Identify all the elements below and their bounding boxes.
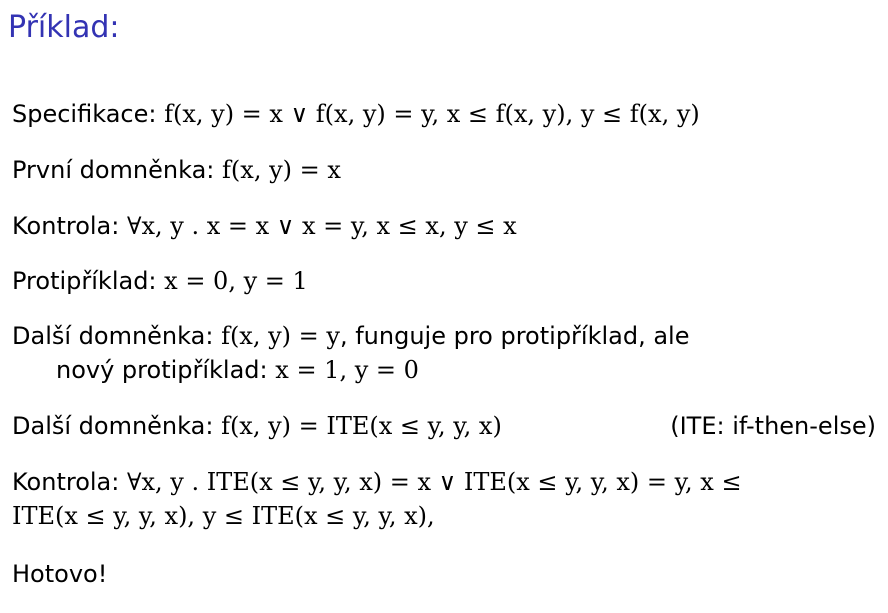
slide-title: Příklad: <box>8 10 120 45</box>
line-label: Kontrola: <box>12 468 120 496</box>
line-label: Kontrola: <box>12 212 120 240</box>
math-expression: x = 0, y = 1 <box>164 267 308 295</box>
line-label: Další domněnka: <box>12 412 214 440</box>
math-expression: ∀x, y . x = x ∨ x = y, x ≤ x, y ≤ x <box>126 212 517 240</box>
line-specifikace: Specifikace: f(x, y) = x ∨ f(x, y) = y, … <box>12 98 700 130</box>
math-expression: f(x, y) = x ∨ f(x, y) = y, x ≤ f(x, y), … <box>164 100 700 128</box>
ite-note: (ITE: if-then-else) <box>670 412 876 440</box>
line-prvni-domnenka: První domněnka: f(x, y) = x <box>12 154 341 186</box>
math-expression: f(x, y) = ITE(x ≤ y, y, x) <box>221 412 502 440</box>
line-label: Specifikace: <box>12 100 157 128</box>
line-kontrola-2-continued: ITE(x ≤ y, y, x), y ≤ ITE(x ≤ y, y, x), <box>12 500 435 532</box>
line-kontrola-1: Kontrola: ∀x, y . x = x ∨ x = y, x ≤ x, … <box>12 210 517 242</box>
line-text: Hotovo! <box>12 560 108 588</box>
math-expression: f(x, y) = x <box>222 156 341 184</box>
math-expression: ITE(x ≤ y, y, x), y ≤ ITE(x ≤ y, y, x), <box>12 502 435 530</box>
math-expression: x = 1, y = 0 <box>275 356 419 384</box>
line-label: nový protipříklad: <box>56 356 268 384</box>
line-hotovo: Hotovo! <box>12 558 107 590</box>
line-label: Další domněnka: <box>12 322 214 350</box>
line-label: První domněnka: <box>12 156 215 184</box>
line-label: Protipříklad: <box>12 267 157 295</box>
line-protipriklad: Protipříklad: x = 0, y = 1 <box>12 265 308 297</box>
line-text: , funguje pro protipříklad, ale <box>339 322 690 350</box>
line-kontrola-2: Kontrola: ∀x, y . ITE(x ≤ y, y, x) = x ∨… <box>12 466 742 498</box>
math-expression: ∀x, y . ITE(x ≤ y, y, x) = x ∨ ITE(x ≤ y… <box>126 468 742 496</box>
line-novy-protipriklad: nový protipříklad: x = 1, y = 0 <box>56 354 419 386</box>
line-dalsi-domnenka-2: Další domněnka: f(x, y) = ITE(x ≤ y, y, … <box>12 410 502 442</box>
math-expression: f(x, y) = y <box>221 322 340 350</box>
line-dalsi-domnenka-1: Další domněnka: f(x, y) = y, funguje pro… <box>12 320 690 352</box>
